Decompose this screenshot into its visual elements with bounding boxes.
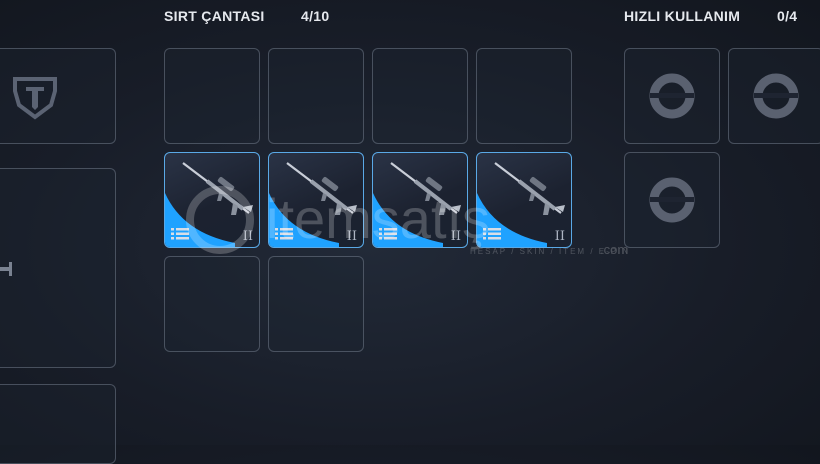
watermark-tagline: HESAP / SKIN / ITEM / E-PIN — [470, 247, 630, 256]
ammo-icon — [483, 228, 501, 240]
quick-use-title: HIZLI KULLANIM — [624, 8, 741, 24]
quick-slot-3[interactable] — [624, 152, 720, 248]
sniper-rifle-icon — [494, 162, 565, 215]
quick-slot-ring-icon — [649, 177, 695, 223]
item-tier-label: II — [450, 229, 461, 244]
ammo-icon — [275, 228, 293, 240]
backpack-slot[interactable] — [268, 256, 364, 352]
backpack-slot[interactable]: II — [476, 152, 572, 248]
equipment-slot-armor[interactable] — [0, 48, 116, 144]
backpack-slot[interactable]: II — [268, 152, 364, 248]
quick-slot-2[interactable] — [728, 48, 820, 144]
backpack-slot[interactable]: II — [372, 152, 468, 248]
backpack-slot[interactable] — [268, 48, 364, 144]
quick-use-count: 0/4 — [777, 8, 798, 24]
backpack-slot[interactable] — [164, 48, 260, 144]
sniper-rifle-icon — [286, 162, 357, 215]
sniper-rifle-icon — [182, 162, 253, 215]
quick-slot-1[interactable] — [624, 48, 720, 144]
ammo-icon — [379, 228, 397, 240]
backpack-title: SIRT ÇANTASI — [164, 8, 265, 24]
ammo-icon — [171, 228, 189, 240]
backpack-slot[interactable] — [372, 48, 468, 144]
sniper-rifle-icon — [390, 162, 461, 215]
quick-slot-ring-icon — [753, 73, 799, 119]
backpack-slot[interactable] — [164, 256, 260, 352]
item-tier-label: II — [242, 229, 253, 244]
weapon-silhouette-icon — [0, 262, 12, 276]
armor-shield-icon — [13, 77, 57, 120]
backpack-slot[interactable]: II — [164, 152, 260, 248]
equipment-slot-weapon[interactable] — [0, 168, 116, 368]
backpack-count: 4/10 — [301, 8, 330, 24]
backpack-slot[interactable] — [476, 48, 572, 144]
item-tier-label: II — [554, 229, 565, 244]
quick-slot-ring-icon — [649, 73, 695, 119]
equipment-slot-extra[interactable] — [0, 384, 116, 464]
item-tier-label: II — [346, 229, 357, 244]
